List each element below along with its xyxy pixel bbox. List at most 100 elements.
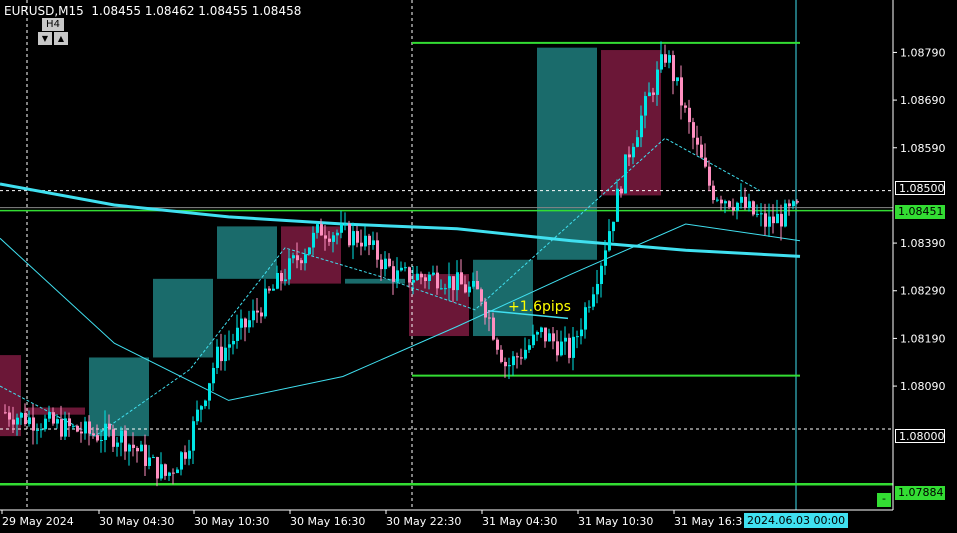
- m15-candle-body: [344, 223, 347, 225]
- m15-candle-body: [256, 310, 259, 313]
- m15-candle-body: [712, 185, 715, 200]
- m15-candle-body: [428, 274, 431, 282]
- m15-candle-body: [436, 272, 439, 289]
- m15-candle-body: [352, 231, 355, 246]
- h4-box: [537, 47, 597, 260]
- m15-candle-body: [624, 154, 627, 194]
- price-tick-label: 1.08790: [900, 46, 946, 59]
- m15-candle-body: [448, 276, 451, 289]
- m15-candle-body: [304, 254, 307, 264]
- m15-candle-body: [52, 412, 55, 424]
- m15-candle-body: [48, 412, 51, 419]
- m15-candle-body: [156, 457, 159, 479]
- m15-candle-body: [60, 419, 63, 437]
- m15-candle-body: [752, 201, 755, 215]
- m15-candle-body: [640, 115, 643, 138]
- m15-candle-body: [240, 318, 243, 328]
- timeframe-label: H4: [42, 18, 64, 31]
- m15-candle-body: [544, 327, 547, 342]
- m15-candle-body: [420, 273, 423, 278]
- m15-candle-body: [452, 276, 455, 291]
- m15-candle-body: [64, 418, 67, 437]
- m15-candle-body: [512, 356, 515, 366]
- price-tick-label: 1.08590: [900, 142, 946, 155]
- m15-candle-body: [228, 344, 231, 348]
- m15-candle-body: [648, 92, 651, 97]
- m15-candle-body: [316, 224, 319, 233]
- m15-candle-body: [472, 281, 475, 287]
- m15-candle-body: [88, 421, 91, 434]
- m15-candle-body: [792, 201, 795, 207]
- m15-candle-body: [152, 457, 155, 459]
- m15-candle-body: [296, 255, 299, 261]
- m15-candle-body: [248, 320, 251, 328]
- m15-candle-body: [40, 429, 43, 431]
- time-tick-label: 30 May 10:30: [194, 515, 269, 528]
- m15-candle-body: [588, 306, 591, 308]
- m15-candle-body: [568, 337, 571, 358]
- m15-candle-body: [580, 329, 583, 337]
- h4-box: [89, 357, 149, 437]
- m15-candle-body: [324, 235, 327, 239]
- m15-candle-body: [660, 54, 663, 70]
- m15-candle-body: [12, 419, 15, 425]
- m15-candle-body: [108, 423, 111, 430]
- price-tick-label: 1.08390: [900, 237, 946, 250]
- m15-candle-body: [656, 69, 659, 95]
- m15-candle-body: [468, 286, 471, 293]
- m15-candle-body: [496, 339, 499, 350]
- m15-candle-body: [368, 235, 371, 245]
- m15-candle-body: [652, 92, 655, 95]
- m15-candle-body: [72, 425, 75, 427]
- m15-candle-body: [32, 417, 35, 431]
- m15-candle-body: [744, 196, 747, 208]
- m15-candle-body: [780, 213, 783, 227]
- m15-candle-body: [776, 213, 779, 224]
- m15-candle-body: [772, 216, 775, 224]
- m15-candle-body: [140, 444, 143, 452]
- m15-candle-body: [456, 272, 459, 291]
- m15-candle-body: [704, 157, 707, 167]
- chart-plot[interactable]: 1.08790 1.08690 1.08590 1.08390 1.08290 1.081…: [0, 0, 957, 533]
- m15-candle-body: [540, 327, 543, 333]
- m15-candle-body: [252, 310, 255, 321]
- timeframe-up-button[interactable]: ▲: [54, 32, 68, 45]
- m15-candle-body: [216, 346, 219, 368]
- m15-candle-body: [488, 317, 491, 319]
- m15-candle-body: [440, 288, 443, 290]
- m15-candle-body: [476, 281, 479, 290]
- price-tick-label: 1.08190: [900, 332, 946, 345]
- m15-candle-body: [288, 258, 291, 280]
- time-tick-label: 31 May 04:30: [482, 515, 557, 528]
- m15-candle-body: [528, 345, 531, 350]
- m15-candle-body: [668, 55, 671, 63]
- m15-candle-body: [276, 272, 279, 289]
- m15-candle-body: [612, 221, 615, 232]
- m15-candle-body: [692, 122, 695, 138]
- m15-candle-body: [236, 327, 239, 341]
- chart-title: EURUSD,M15 1.08455 1.08462 1.08455 1.084…: [4, 4, 302, 18]
- timeframe-down-button[interactable]: ▼: [38, 32, 52, 45]
- m15-candle-body: [404, 267, 407, 269]
- m15-candle-body: [576, 336, 579, 338]
- chart-window[interactable]: 1.08790 1.08690 1.08590 1.08390 1.08290 1.081…: [0, 0, 957, 533]
- price-tag-bid: 1.08451: [895, 205, 945, 219]
- m15-candle-body: [696, 137, 699, 145]
- m15-candle-body: [608, 231, 611, 251]
- m15-candle-body: [384, 258, 387, 270]
- m15-candle-body: [732, 206, 735, 211]
- m15-candle-body: [124, 430, 127, 452]
- m15-candle-body: [16, 417, 19, 425]
- pips-annotation: +1.6pips: [508, 299, 571, 315]
- m15-candle-body: [560, 341, 563, 356]
- m15-candle-body: [112, 429, 115, 447]
- m15-candle-body: [532, 334, 535, 346]
- m15-candle-body: [796, 201, 799, 203]
- m15-candle-body: [292, 255, 295, 259]
- m15-candle-body: [84, 421, 87, 434]
- m15-candle-body: [688, 107, 691, 123]
- m15-candle-body: [716, 199, 719, 201]
- collapse-minus-button[interactable]: -: [877, 493, 891, 507]
- m15-candle-body: [736, 202, 739, 211]
- m15-candle-body: [424, 277, 427, 282]
